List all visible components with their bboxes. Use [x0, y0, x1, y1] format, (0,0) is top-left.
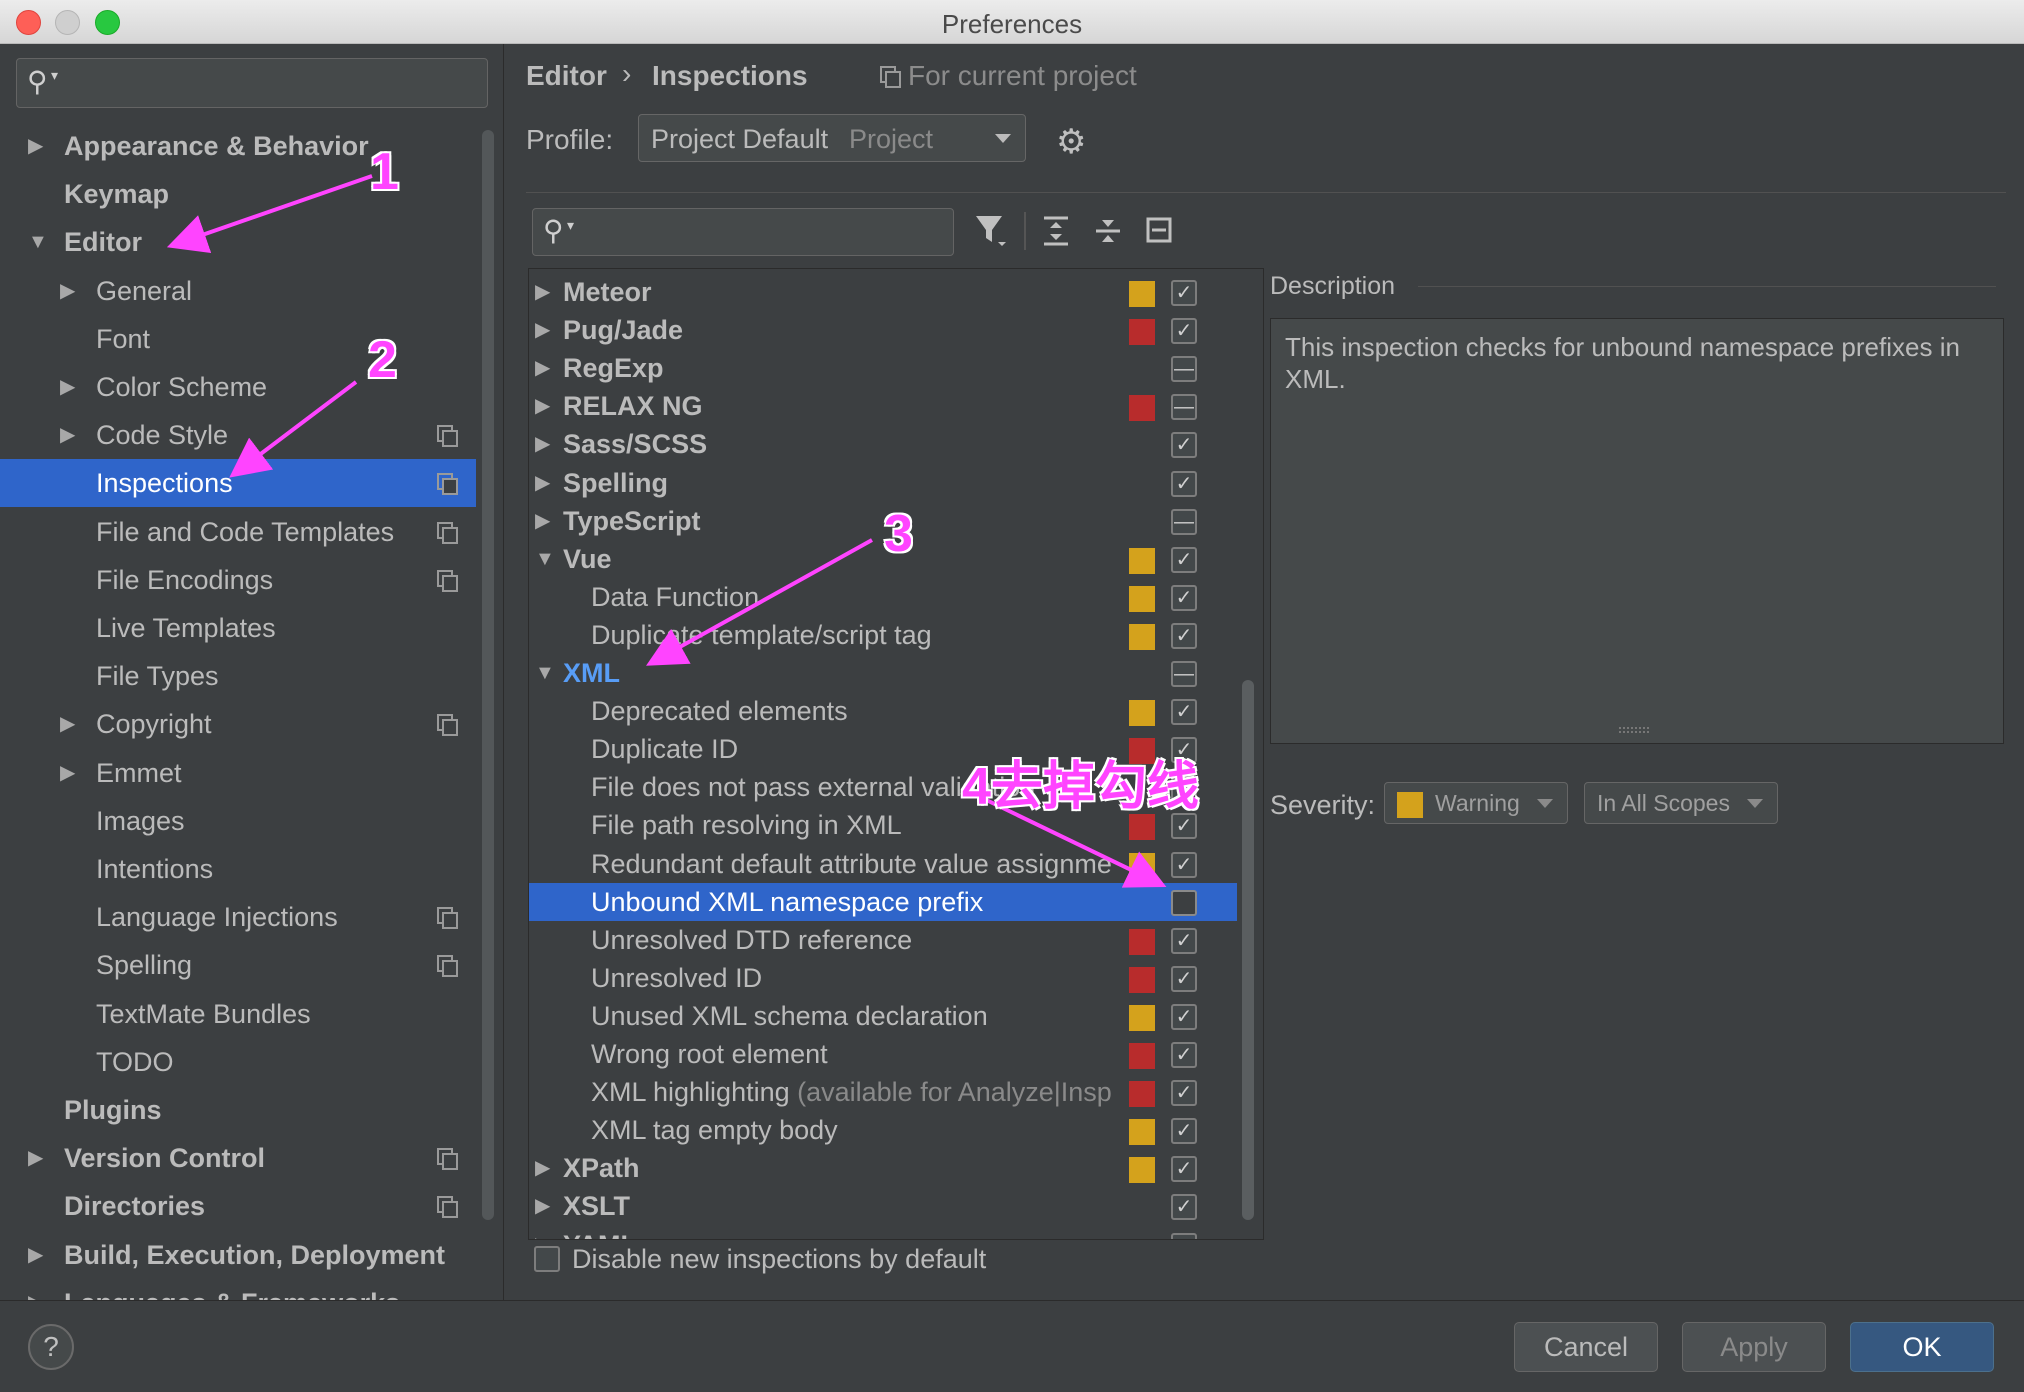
annotation-4: 4去掉勾线 — [962, 758, 1199, 816]
annotation-arrow-1 — [166, 174, 373, 254]
annotation-3: 3 — [884, 505, 913, 563]
annotation-arrow-3 — [646, 538, 873, 666]
annotation-arrow-2 — [229, 380, 358, 478]
annotation-2: 2 — [368, 331, 397, 389]
annotation-1: 1 — [370, 143, 399, 201]
annotation-arrows — [166, 174, 1167, 888]
